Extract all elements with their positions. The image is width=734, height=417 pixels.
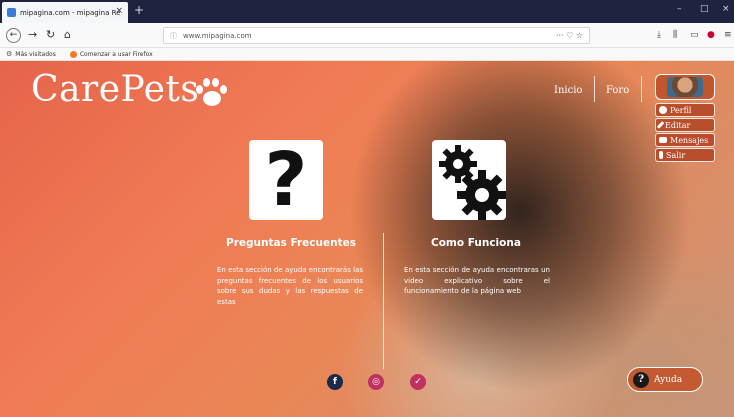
question-icon: ?: [633, 371, 649, 388]
faq-title[interactable]: Preguntas Frecuentes: [226, 237, 356, 249]
avatar: [667, 77, 703, 97]
bookmark-mas-visitados[interactable]: ⚙ Más visitados: [6, 50, 56, 58]
paw-icon: [196, 77, 230, 109]
menu-salir[interactable]: Salir: [655, 148, 715, 162]
maximize-button[interactable]: □: [700, 4, 709, 14]
nav-foro[interactable]: Foro: [606, 85, 629, 96]
how-it-works-description: En esta sección de ayuda encontraras un …: [404, 266, 550, 295]
library-icon[interactable]: ⫼: [673, 30, 677, 40]
bookmark-label: Comenzar a usar Firefox: [79, 50, 153, 58]
bookmark-firefox[interactable]: Comenzar a usar Firefox: [69, 50, 153, 58]
url-bar[interactable]: ⓘ www.mipagina.com ··· ♡ ☆: [163, 27, 590, 44]
downloads-icon[interactable]: ⤓: [657, 30, 661, 40]
nav-divider: [594, 76, 595, 102]
site-logo[interactable]: CarePets: [31, 69, 199, 110]
menu-label: Mensajes: [670, 135, 709, 145]
tab-close-icon[interactable]: ×: [115, 6, 123, 16]
bookmark-label: Más visitados: [15, 50, 56, 58]
url-text: www.mipagina.com: [183, 31, 252, 40]
nav-inicio[interactable]: Inicio: [554, 85, 582, 96]
new-tab-button[interactable]: +: [134, 3, 144, 17]
user-icon: [659, 106, 667, 114]
forward-button[interactable]: →: [28, 28, 37, 41]
help-label: Ayuda: [654, 374, 683, 385]
instagram-icon[interactable]: ◎: [368, 374, 384, 390]
nav-divider: [641, 76, 642, 102]
menu-label: Perfil: [670, 105, 692, 115]
bookmarks-bar: ⚙ Más visitados Comenzar a usar Firefox: [0, 48, 734, 61]
back-button[interactable]: ←: [6, 28, 21, 43]
tab-title: mipagina.com - mipagina Rec: [20, 8, 120, 17]
help-button[interactable]: ? Ayuda: [627, 367, 703, 392]
menu-perfil[interactable]: Perfil: [655, 103, 715, 117]
how-it-works-card-image[interactable]: [432, 140, 507, 220]
home-button[interactable]: ⌂: [64, 28, 71, 41]
section-divider: [383, 233, 384, 369]
twitter-icon[interactable]: ✓: [410, 374, 426, 390]
how-it-works-title[interactable]: Como Funciona: [431, 237, 521, 249]
firefox-icon: [69, 50, 77, 58]
menu-label: Salir: [666, 150, 686, 160]
site-favicon-icon: [7, 8, 16, 17]
gear-icon: ⚙: [6, 50, 13, 58]
site-info-icon[interactable]: ⓘ: [170, 31, 177, 41]
tab-bar: mipagina.com - mipagina Rec × + – □ ×: [0, 0, 734, 23]
close-window-button[interactable]: ×: [722, 4, 730, 14]
pencil-icon: [656, 121, 665, 129]
user-avatar-button[interactable]: [655, 74, 715, 100]
nav-toolbar: ← → ↻ ⌂ ⓘ www.mipagina.com ··· ♡ ☆ ⤓ ⫼ ▭…: [0, 23, 734, 48]
page-actions-icon[interactable]: ··· ♡ ☆: [556, 31, 583, 40]
faq-card-image[interactable]: ?: [249, 137, 323, 223]
menu-mensajes[interactable]: Mensajes: [655, 133, 715, 147]
reload-button[interactable]: ↻: [46, 28, 55, 41]
envelope-icon: [659, 137, 667, 143]
question-mark-icon: ?: [264, 137, 308, 223]
menu-label: Editar: [665, 120, 691, 130]
menu-icon[interactable]: ≡: [724, 30, 732, 40]
exit-icon: [659, 151, 663, 159]
minimize-button[interactable]: –: [677, 4, 682, 14]
browser-tab[interactable]: mipagina.com - mipagina Rec ×: [2, 2, 128, 23]
facebook-icon[interactable]: f: [327, 374, 343, 390]
gears-icon: [439, 145, 507, 220]
sidebar-icon[interactable]: ▭: [690, 30, 699, 40]
faq-description: En esta sección de ayuda encontrarás las…: [217, 266, 363, 306]
extension-icon[interactable]: ●: [707, 30, 715, 40]
menu-editar[interactable]: Editar: [655, 118, 715, 132]
page-hero: CarePets Inicio Foro Perfil Editar Mensa…: [0, 61, 734, 417]
